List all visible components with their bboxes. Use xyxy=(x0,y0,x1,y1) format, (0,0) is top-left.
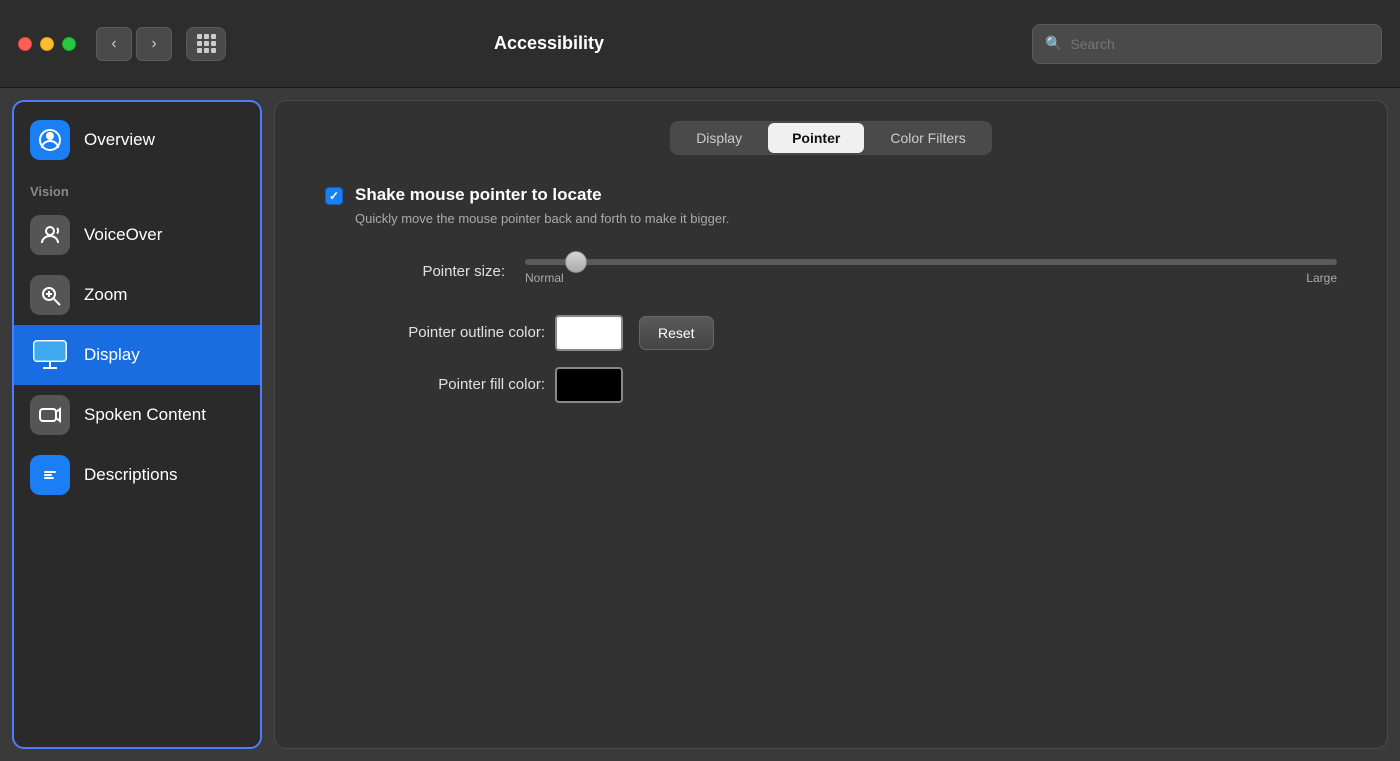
tab-pointer[interactable]: Pointer xyxy=(768,123,864,153)
pointer-fill-color-label: Pointer fill color: xyxy=(325,376,545,393)
voiceover-icon xyxy=(30,215,70,255)
tab-display[interactable]: Display xyxy=(672,123,766,153)
shake-checkbox[interactable] xyxy=(325,187,343,205)
display-icon xyxy=(30,335,70,375)
reset-button[interactable]: Reset xyxy=(639,316,714,350)
shake-title: Shake mouse pointer to locate xyxy=(355,185,1337,205)
sidebar-item-descriptions[interactable]: Descriptions xyxy=(14,445,260,505)
search-box[interactable]: 🔍 xyxy=(1032,24,1382,64)
pointer-fill-color-swatch[interactable] xyxy=(555,367,623,403)
pointer-size-row: Pointer size: Normal Large xyxy=(325,259,1337,285)
window-title: Accessibility xyxy=(80,33,1018,54)
outline-color-row: Pointer outline color: Reset xyxy=(325,315,1337,351)
shake-checkbox-wrapper xyxy=(325,187,343,205)
zoom-icon xyxy=(30,275,70,315)
pointer-size-slider[interactable] xyxy=(525,259,1337,265)
sidebar-item-spoken-content-label: Spoken Content xyxy=(84,405,206,425)
tabs-container: Display Pointer Color Filters xyxy=(275,101,1387,155)
fill-color-row: Pointer fill color: xyxy=(325,367,1337,403)
slider-container: Normal Large xyxy=(525,259,1337,285)
sidebar-item-zoom[interactable]: Zoom xyxy=(14,265,260,325)
spoken-content-icon xyxy=(30,395,70,435)
main-content: Overview Vision VoiceOver xyxy=(0,88,1400,761)
sidebar-item-voiceover-label: VoiceOver xyxy=(84,225,162,245)
sidebar-item-voiceover[interactable]: VoiceOver xyxy=(14,205,260,265)
sidebar-item-display[interactable]: Display xyxy=(14,325,260,385)
overview-icon xyxy=(30,120,70,160)
vision-section-header: Vision xyxy=(14,170,260,205)
slider-label-large: Large xyxy=(1306,271,1337,285)
slider-labels: Normal Large xyxy=(525,271,1337,285)
content-panel: Display Pointer Color Filters Shake mous… xyxy=(274,100,1388,749)
minimize-button[interactable] xyxy=(40,37,54,51)
shake-checkbox-row: Shake mouse pointer to locate Quickly mo… xyxy=(325,185,1337,229)
tabs-group: Display Pointer Color Filters xyxy=(670,121,992,155)
color-rows-group: Pointer outline color: Reset Pointer fil… xyxy=(325,315,1337,403)
sidebar-item-zoom-label: Zoom xyxy=(84,285,127,305)
descriptions-icon xyxy=(30,455,70,495)
shake-description: Quickly move the mouse pointer back and … xyxy=(355,209,955,229)
sidebar: Overview Vision VoiceOver xyxy=(12,100,262,749)
sidebar-item-display-label: Display xyxy=(84,345,140,365)
sidebar-item-overview-label: Overview xyxy=(84,130,155,150)
traffic-lights xyxy=(18,37,76,51)
titlebar: ‹ › Accessibility 🔍 xyxy=(0,0,1400,88)
pointer-outline-color-label: Pointer outline color: xyxy=(325,324,545,341)
sidebar-item-spoken-content[interactable]: Spoken Content xyxy=(14,385,260,445)
pointer-outline-color-swatch[interactable] xyxy=(555,315,623,351)
pointer-size-label: Pointer size: xyxy=(325,263,505,280)
search-input[interactable] xyxy=(1070,36,1369,52)
sidebar-item-descriptions-label: Descriptions xyxy=(84,465,178,485)
close-button[interactable] xyxy=(18,37,32,51)
color-and-reset: Reset xyxy=(555,315,714,351)
tab-color-filters[interactable]: Color Filters xyxy=(866,123,989,153)
shake-text-group: Shake mouse pointer to locate Quickly mo… xyxy=(355,185,1337,229)
maximize-button[interactable] xyxy=(62,37,76,51)
slider-label-normal: Normal xyxy=(525,271,564,285)
search-icon: 🔍 xyxy=(1045,35,1062,52)
sidebar-item-overview[interactable]: Overview xyxy=(14,110,260,170)
pointer-tab-content: Shake mouse pointer to locate Quickly mo… xyxy=(275,155,1387,748)
